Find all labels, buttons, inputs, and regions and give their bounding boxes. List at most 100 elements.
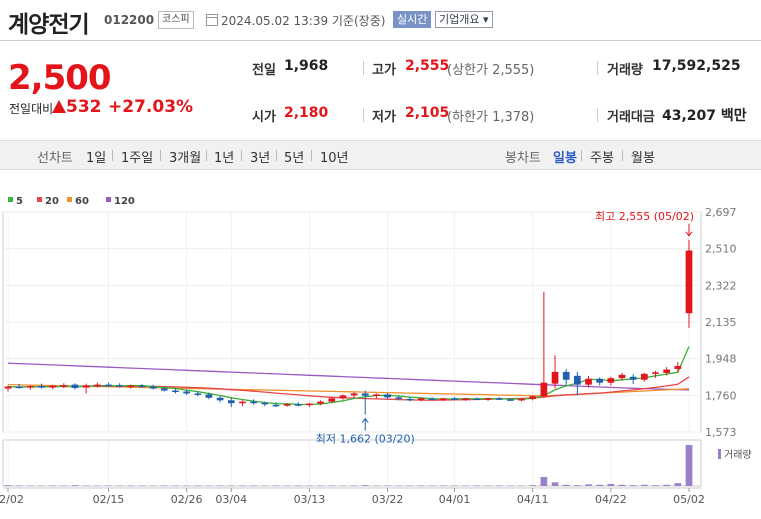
candle-body: [127, 385, 135, 388]
volume-bar: [4, 485, 12, 486]
candle-body: [261, 402, 269, 405]
volume-bar: [674, 483, 682, 486]
candle-body: [361, 393, 369, 396]
candle-body: [518, 398, 525, 401]
candle-body: [328, 398, 336, 402]
candle-body: [339, 395, 347, 399]
y-tick-label: 2,510: [705, 243, 737, 256]
volume-bar: [239, 485, 246, 487]
candle-body: [71, 384, 79, 388]
volume-bar: [93, 485, 101, 487]
candle-body: [205, 394, 213, 398]
y-tick-label: 1,760: [705, 389, 737, 402]
volume-bar: [473, 485, 481, 487]
volume-bar: [26, 485, 34, 487]
volume-bar: [15, 485, 23, 487]
volume-bar: [540, 476, 548, 486]
candle-body: [116, 385, 123, 387]
x-tick-label: 04/01: [439, 493, 471, 506]
volume-bar: [261, 485, 269, 487]
candle-body: [652, 372, 659, 374]
volume-bar: [127, 485, 135, 487]
volume-bar: [562, 484, 570, 486]
candle-body: [640, 373, 648, 380]
volume-bar: [350, 485, 358, 487]
volume-bar: [652, 485, 659, 486]
x-tick-label: 05/02: [673, 493, 705, 506]
candle-body: [406, 398, 414, 401]
volume-bar: [294, 485, 302, 487]
volume-bar: [373, 485, 380, 487]
volume-bar: [82, 485, 90, 487]
candle-body: [15, 386, 23, 389]
candle-body: [26, 386, 34, 388]
volume-bar: [328, 485, 336, 487]
y-tick-label: 1,948: [705, 353, 737, 366]
volume-bar: [116, 485, 123, 487]
candle-body: [484, 398, 492, 400]
candle-body: [160, 388, 168, 391]
volume-bar: [663, 484, 671, 486]
x-tick-label: 04/11: [517, 493, 549, 506]
volume-bar: [495, 485, 503, 487]
candle-body: [49, 385, 57, 388]
volume-bar: [574, 485, 581, 486]
candle-body: [674, 366, 682, 369]
legend-label: 120: [114, 196, 135, 207]
legend-swatch: [37, 197, 42, 202]
volume-bar: [149, 485, 157, 487]
candle-body: [529, 396, 537, 399]
volume-bar: [640, 484, 648, 486]
candle-body: [149, 386, 157, 389]
volume-bar: [529, 485, 537, 486]
volume-bar: [306, 485, 313, 487]
candle-body: [663, 369, 671, 373]
x-tick-label: 02/26: [171, 493, 203, 506]
legend-label: 60: [75, 196, 89, 207]
x-tick-label: 04/22: [595, 493, 627, 506]
candle-body: [607, 378, 615, 383]
candle-body: [596, 378, 604, 383]
candle-body: [462, 398, 470, 401]
legend-swatch: [8, 197, 13, 202]
volume-bar: [272, 485, 280, 487]
volume-bar: [283, 485, 291, 487]
y-tick-label: 2,135: [705, 316, 737, 329]
volume-bar: [205, 485, 213, 487]
volume-bar: [484, 485, 492, 487]
candle-body: [105, 384, 112, 387]
candle-body: [38, 386, 45, 388]
candle-body: [428, 398, 436, 401]
volume-bar: [194, 485, 202, 487]
volume-bar: [138, 485, 146, 487]
volume-bar: [339, 485, 347, 487]
candle-body: [138, 385, 146, 388]
y-tick-label: 2,322: [705, 279, 737, 292]
legend-label: 5: [16, 196, 23, 207]
candle-body: [272, 404, 280, 407]
volume-bar: [71, 485, 79, 486]
candle-body: [507, 399, 514, 401]
volume-bar: [551, 482, 559, 486]
volume-bar: [518, 485, 525, 487]
candle-body: [4, 386, 12, 389]
candle-body: [495, 398, 503, 400]
volume-bar: [60, 485, 68, 487]
candle-body: [183, 391, 190, 394]
candle-body: [629, 376, 637, 380]
volume-bar: [384, 485, 391, 487]
candle-body: [574, 375, 581, 385]
volume-bar: [406, 485, 414, 487]
candle-body: [317, 401, 324, 404]
volume-bar: [629, 485, 637, 486]
volume-bar: [395, 485, 403, 487]
candle-body: [562, 371, 570, 380]
candle-body: [540, 382, 548, 397]
candle-body: [417, 398, 425, 401]
min-annotation: 최저 1,662 (03/20): [316, 433, 415, 446]
volume-panel-frame: [2, 439, 702, 487]
y-tick-label: 1,573: [705, 426, 737, 439]
volume-bar: [183, 485, 190, 487]
candle-body: [440, 398, 447, 400]
y-tick-label: 2,697: [705, 206, 737, 219]
